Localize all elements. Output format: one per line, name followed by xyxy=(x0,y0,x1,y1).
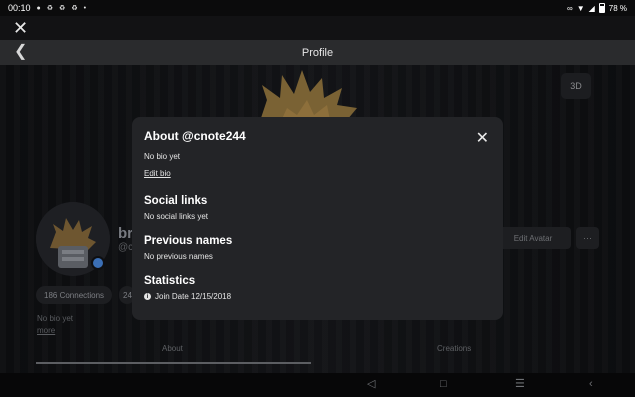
statistics-heading: Statistics xyxy=(144,275,196,287)
more-notifications-dot-icon: • xyxy=(83,4,87,12)
active-tab-indicator xyxy=(36,362,311,364)
profile-bio: No bio yet xyxy=(37,314,74,323)
view-3d-button[interactable]: 3D xyxy=(561,73,591,99)
tab-creations[interactable]: Creations xyxy=(437,344,471,353)
sync-icon-3: ♻ xyxy=(71,5,78,12)
previous-names-text: No previous names xyxy=(144,252,213,261)
battery-icon xyxy=(598,3,605,13)
join-date-row: i Join Date 12/15/2018 xyxy=(144,292,491,301)
nav-back-icon[interactable]: ◁ xyxy=(367,378,375,391)
status-time: 00:10 xyxy=(8,3,31,13)
page-title: Profile xyxy=(301,46,334,59)
chat-notification-icon: ● xyxy=(36,4,41,12)
nav-recents-icon[interactable]: ☰ xyxy=(515,378,525,391)
info-icon: i xyxy=(144,293,151,300)
close-bar: ✕ xyxy=(0,16,635,40)
sync-icon-2: ♻ xyxy=(59,5,66,12)
username-handle: @c xyxy=(118,242,134,253)
edit-avatar-button[interactable]: Edit Avatar xyxy=(495,227,571,249)
back-arrow-icon[interactable]: ❮ xyxy=(14,44,27,60)
nav-collapse-icon[interactable]: ‹ xyxy=(589,378,593,391)
modal-close-icon[interactable]: ✕ xyxy=(476,131,489,147)
close-icon[interactable]: ✕ xyxy=(13,19,28,37)
status-bar: 00:10 ● ♻ ♻ ♻ • ∞ ▼ ◢ 78 % xyxy=(0,0,635,16)
display-name: br xyxy=(118,225,133,242)
join-date: Join Date 12/15/2018 xyxy=(155,292,232,301)
battery-percent: 78 % xyxy=(608,3,627,13)
about-modal: ✕ About @cnote244 No bio yet Edit bio So… xyxy=(132,117,503,320)
connections-button[interactable]: 186 Connections xyxy=(36,286,113,304)
signal-icon: ◢ xyxy=(588,3,595,13)
profile-header: ❮ Profile xyxy=(0,40,635,65)
link-icon: ∞ xyxy=(566,3,573,13)
system-nav-bar: ◁ □ ☰ ‹ xyxy=(0,373,635,397)
status-left: 00:10 ● ♻ ♻ ♻ • xyxy=(8,3,86,13)
presence-status-badge xyxy=(91,256,105,270)
previous-names-heading: Previous names xyxy=(144,235,233,247)
nav-home-icon[interactable]: □ xyxy=(440,378,447,391)
more-options-button[interactable]: ··· xyxy=(576,227,599,249)
social-links-text: No social links yet xyxy=(144,212,209,221)
more-link[interactable]: more xyxy=(37,326,55,335)
tab-about[interactable]: About xyxy=(162,344,183,353)
modal-bio: No bio yet xyxy=(144,152,181,161)
sync-icon: ♻ xyxy=(46,5,54,12)
modal-title: About @cnote244 xyxy=(144,129,246,143)
edit-bio-link[interactable]: Edit bio xyxy=(144,169,171,178)
wifi-icon: ▼ xyxy=(576,3,585,13)
social-links-heading: Social links xyxy=(144,195,208,207)
status-right: ∞ ▼ ◢ 78 % xyxy=(567,3,627,13)
